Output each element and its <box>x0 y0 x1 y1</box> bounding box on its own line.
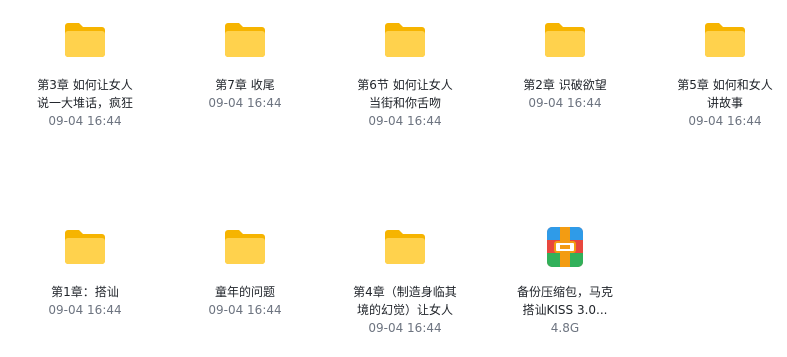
item-name-line-2: 搭讪KISS 3.0... <box>522 303 608 317</box>
folder-item[interactable]: 第3章 如何让女人 说一大堆话，疯狂 09-04 16:44 <box>5 0 165 150</box>
item-modified-time: 09-04 16:44 <box>208 303 282 317</box>
item-modified-time: 09-04 16:44 <box>368 321 442 335</box>
item-modified-time: 09-04 16:44 <box>208 96 282 110</box>
item-name-line-1: 第3章 如何让女人 <box>37 78 133 92</box>
item-name: 第2章 识破欲望 09-04 16:44 <box>495 76 635 112</box>
item-name-line-1: 童年的问题 <box>214 285 275 299</box>
item-name-line-1: 第1章：搭讪 <box>51 285 119 299</box>
item-name-line-1: 第5章 如何和女人 <box>677 78 773 92</box>
folder-icon <box>65 23 105 57</box>
folder-icon <box>225 230 265 264</box>
folder-item[interactable]: 第7章 收尾 09-04 16:44 <box>165 0 325 150</box>
item-file-size: 4.8G <box>550 321 580 335</box>
item-name-line-2: 说一大堆话，疯狂 <box>36 96 133 110</box>
folder-icon <box>705 23 745 57</box>
item-name-line-1: 第7章 收尾 <box>215 78 275 92</box>
item-modified-time: 09-04 16:44 <box>48 303 122 317</box>
folder-item[interactable]: 第2章 识破欲望 09-04 16:44 <box>485 0 645 150</box>
item-name: 第1章：搭讪 09-04 16:44 <box>15 283 155 319</box>
folder-icon <box>385 23 425 57</box>
file-grid: 第3章 如何让女人 说一大堆话，疯狂 09-04 16:44 第7章 收尾 09… <box>5 0 787 350</box>
archive-item[interactable]: 备份压缩包，马克 搭讪KISS 3.0... 4.8G <box>485 207 645 357</box>
item-modified-time: 09-04 16:44 <box>368 114 442 128</box>
item-name-line-2: 境的幻觉）让女人 <box>356 303 453 317</box>
item-name-line-1: 第6节 如何让女人 <box>357 78 453 92</box>
item-name-line-1: 第2章 识破欲望 <box>523 78 607 92</box>
item-modified-time: 09-04 16:44 <box>528 96 602 110</box>
item-name: 第3章 如何让女人 说一大堆话，疯狂 09-04 16:44 <box>15 76 155 130</box>
folder-item[interactable]: 第4章（制造身临其 境的幻觉）让女人 09-04 16:44 <box>325 207 485 357</box>
item-name: 第4章（制造身临其 境的幻觉）让女人 09-04 16:44 <box>335 283 475 337</box>
item-name-line-2: 讲故事 <box>706 96 743 110</box>
item-modified-time: 09-04 16:44 <box>48 114 122 128</box>
item-name: 第6节 如何让女人 当街和你舌吻 09-04 16:44 <box>335 76 475 130</box>
item-name-line-1: 备份压缩包，马克 <box>516 285 613 299</box>
folder-icon <box>225 23 265 57</box>
folder-icon <box>385 230 425 264</box>
folder-icon <box>65 230 105 264</box>
item-name: 童年的问题 09-04 16:44 <box>175 283 315 319</box>
folder-item[interactable]: 第6节 如何让女人 当街和你舌吻 09-04 16:44 <box>325 0 485 150</box>
item-name: 第7章 收尾 09-04 16:44 <box>175 76 315 112</box>
folder-item[interactable]: 第5章 如何和女人 讲故事 09-04 16:44 <box>645 0 787 150</box>
item-modified-time: 09-04 16:44 <box>688 114 762 128</box>
archive-icon <box>547 227 583 267</box>
item-name-line-1: 第4章（制造身临其 <box>353 285 457 299</box>
folder-item[interactable]: 童年的问题 09-04 16:44 <box>165 207 325 357</box>
item-name: 第5章 如何和女人 讲故事 09-04 16:44 <box>655 76 787 130</box>
item-name: 备份压缩包，马克 搭讪KISS 3.0... 4.8G <box>495 283 635 337</box>
folder-item[interactable]: 第1章：搭讪 09-04 16:44 <box>5 207 165 357</box>
folder-icon <box>545 23 585 57</box>
item-name-line-2: 当街和你舌吻 <box>368 96 441 110</box>
